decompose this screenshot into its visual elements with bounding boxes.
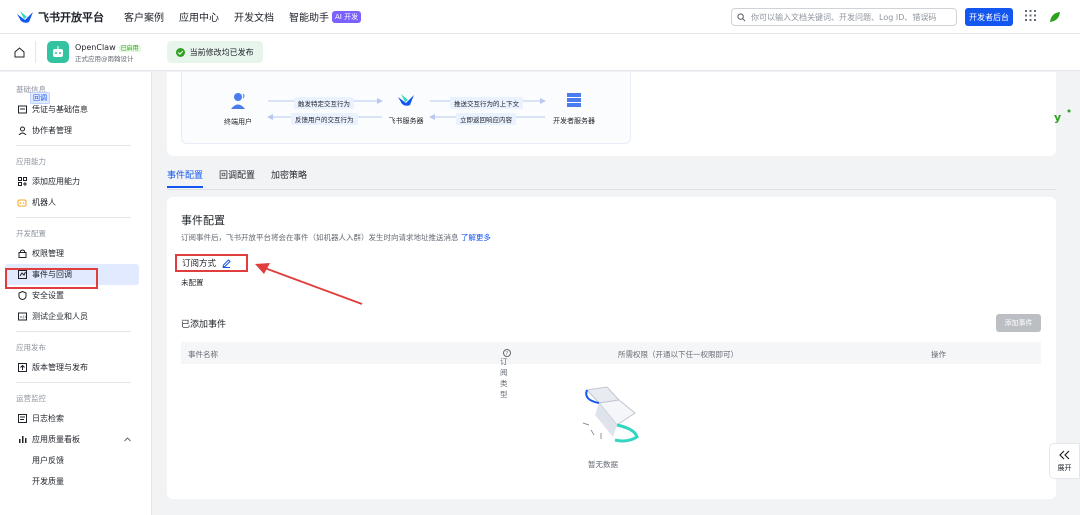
col-required-perms: 所需权限（开通以下任一权限即可） [618, 350, 738, 359]
sidebar-item-label: 测试企业和人员 [32, 312, 88, 321]
empty-state-text: 暂无数据 [588, 460, 618, 469]
subscription-mode-value: 未配置 [181, 278, 204, 287]
svg-text:y: y [1054, 111, 1061, 124]
subscription-mode: 订阅方式 [175, 254, 248, 272]
col-event-name: 事件名称 [188, 350, 218, 359]
tab-encryption[interactable]: 加密策略 [271, 168, 307, 188]
subscription-mode-label: 订阅方式 [182, 259, 217, 269]
arrow-label-return-response: 立即返回响应内容 [456, 113, 516, 125]
sidebar-item-label: 权限管理 [32, 249, 64, 258]
tab-callback-config[interactable]: 回调配置 [219, 168, 255, 188]
tabs-divider [167, 189, 1056, 190]
flow-arrows [267, 98, 546, 120]
feishu-server-icon [398, 94, 414, 106]
event-config-title: 事件配置 [181, 214, 225, 227]
events-table-header: 事件名称 订阅类型 ? 所需权限（开通以下任一权限即可） 操作 [181, 342, 1041, 399]
node-end-user-label: 终端用户 [224, 118, 252, 126]
server-icon [567, 93, 581, 107]
log-icon [17, 414, 27, 424]
arrow-label-push-context: 推送交互行为的上下文 [450, 97, 523, 109]
sidebar-item-dev-quality[interactable]: 开发质量 [0, 471, 151, 492]
sidebar-item-add-capability[interactable]: 添加应用能力 [0, 171, 151, 192]
assistant-float-icon[interactable]: y [1052, 108, 1072, 124]
col-sub-type: 订阅类型 ? [500, 349, 511, 399]
node-feishu-server: 飞书服务器 [385, 92, 427, 126]
tab-event-config[interactable]: 事件配置 [167, 168, 204, 188]
event-config-description: 订阅事件后，飞书开放平台将会在事件（如机器人入群）发生时向请求地址推送消息 了解… [181, 232, 491, 243]
expand-label: 展开 [1057, 463, 1072, 472]
annotation-box-sidebar [5, 268, 98, 289]
shield-icon [17, 291, 27, 301]
sidebar-group-release: 应用发布 [16, 342, 46, 352]
sidebar-item-label: 版本管理与发布 [32, 363, 88, 372]
chevron-up-icon[interactable] [124, 437, 131, 442]
callback-tag: 回调 [30, 92, 50, 104]
added-events-title: 已添加事件 [181, 320, 227, 330]
sidebar-item-label: 机器人 [32, 198, 56, 207]
arrow-label-feedback: 反馈用户的交互行为 [291, 113, 358, 125]
grid-add-icon [17, 177, 27, 187]
sidebar-item-feedback[interactable]: 用户反馈 [0, 450, 151, 471]
sidebar-item-logs[interactable]: 日志检索 [0, 408, 151, 429]
sidebar-group-dev-config: 开发配置 [16, 228, 46, 238]
sidebar-item-test-orgs[interactable]: </> 测试企业和人员 [0, 306, 151, 327]
learn-more-link[interactable]: 了解更多 [461, 233, 491, 242]
double-chevron-left-icon [1059, 450, 1070, 459]
col-actions: 操作 [931, 350, 946, 359]
lock-icon [17, 249, 27, 259]
svg-text:</>: </> [19, 315, 27, 320]
sidebar-item-label: 安全设置 [32, 291, 64, 300]
upload-icon [17, 363, 27, 373]
bot-icon [17, 198, 27, 208]
expand-panel-button[interactable]: 展开 [1049, 443, 1080, 479]
event-desc-text: 订阅事件后，飞书开放平台将会在事件（如机器人入群）发生时向请求地址推送消息 [181, 233, 459, 242]
add-event-button[interactable]: 添加事件 [996, 314, 1041, 332]
sidebar-divider [16, 331, 131, 332]
empty-box-illustration [582, 386, 639, 443]
node-dev-server: 开发者服务器 [549, 92, 599, 126]
test-icon: </> [17, 312, 27, 322]
event-config-card: 事件配置 订阅事件后，飞书开放平台将会在事件（如机器人入群）发生时向请求地址推送… [167, 197, 1056, 499]
sidebar-divider [16, 217, 131, 218]
person-icon [231, 93, 245, 109]
sidebar-item-label: 应用质量看板 [32, 435, 80, 444]
config-tabs: 事件配置 回调配置 加密策略 [167, 168, 323, 188]
sidebar-item-label: 添加应用能力 [32, 177, 80, 186]
sidebar-item-versions[interactable]: 版本管理与发布 [0, 357, 151, 378]
node-feishu-server-label: 飞书服务器 [388, 117, 424, 125]
sidebar-group-monitoring: 运营监控 [16, 393, 46, 403]
node-dev-server-label: 开发者服务器 [553, 117, 595, 125]
sidebar-divider [16, 382, 131, 383]
col-sub-type-label: 订阅类型 [500, 357, 508, 399]
bar-chart-icon [17, 435, 27, 445]
sidebar-item-quality-board[interactable]: 应用质量看板 [0, 429, 151, 450]
sidebar-item-bot[interactable]: 机器人 [0, 192, 151, 213]
sidebar-item-permissions[interactable]: 权限管理 [0, 243, 151, 264]
sidebar-item-label: 日志检索 [32, 414, 64, 423]
arrow-label-trigger: 触发特定交互行为 [294, 97, 354, 109]
edit-icon[interactable] [222, 258, 231, 268]
node-end-user: 终端用户 [220, 92, 256, 127]
